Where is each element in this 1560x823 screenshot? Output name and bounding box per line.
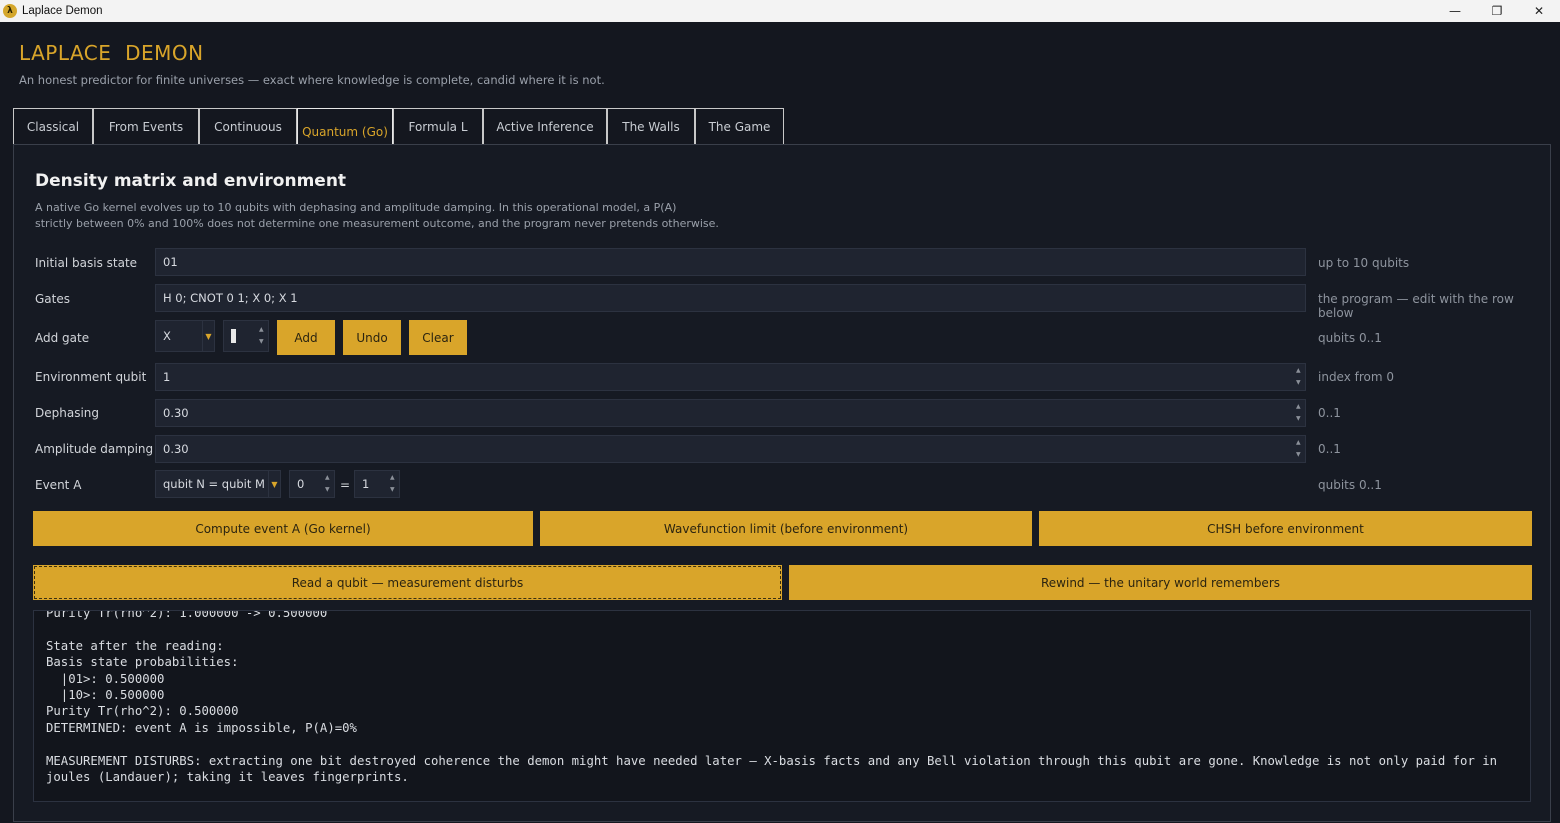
chevron-down-icon[interactable]: ▼ [268,471,280,497]
text-cursor [231,329,236,343]
read-qubit-button[interactable]: Read a qubit — measurement disturbs [33,565,782,600]
minimize-button[interactable]: — [1434,0,1476,22]
window-title: Laplace Demon [22,5,103,17]
tab-continuous[interactable]: Continuous [199,108,297,144]
tab-quantum-go[interactable]: Quantum (Go) [297,108,393,145]
initial-state-label: Initial basis state [35,256,138,270]
chsh-button[interactable]: CHSH before environment [1039,511,1532,546]
initial-state-input[interactable]: 01 [155,248,1306,276]
gates-hint: the program — edit with the row below [1318,292,1514,320]
compute-event-button[interactable]: Compute event A (Go kernel) [33,511,533,546]
amplitude-damping-input[interactable]: 0.30 ▲ ▼ [155,435,1306,463]
gate-type-value: X [163,329,171,343]
add-gate-label: Add gate [35,331,90,345]
clear-gates-button[interactable]: Clear [409,320,467,355]
event-a-hint: qubits 0..1 [1318,478,1382,492]
tab-active-inference[interactable]: Active Inference [483,108,607,144]
panel-title: Density matrix and environment [35,171,347,191]
amplitude-damping-hint: 0..1 [1318,442,1341,456]
app-logo-icon: λ [3,4,17,18]
environment-qubit-value: 1 [163,370,171,384]
add-gate-hint: qubits 0..1 [1318,331,1382,345]
gate-qubit-stepper[interactable]: ▲ ▼ [223,320,269,352]
rewind-button[interactable]: Rewind — the unitary world remembers [789,565,1532,600]
event-a-label: Event A [35,478,82,492]
amplitude-damping-value: 0.30 [163,442,189,456]
stepper-arrows-icon[interactable]: ▲ ▼ [259,326,266,346]
output-text: Purity Tr(rho^2): 1.000000 -> 0.500000 S… [46,610,1498,785]
stepper-arrows-icon[interactable]: ▲ ▼ [1296,367,1303,387]
tab-from-events[interactable]: From Events [93,108,199,144]
environment-qubit-label: Environment qubit [35,370,147,384]
panel-description-line: strictly between 0% and 100% does not de… [35,216,719,230]
app-title: LAPLACE DEMON [19,41,204,65]
dephasing-input[interactable]: 0.30 ▲ ▼ [155,399,1306,427]
event-m-stepper[interactable]: 1 ▲ ▼ [354,470,400,498]
environment-qubit-input[interactable]: 1 ▲ ▼ [155,363,1306,391]
undo-gate-button[interactable]: Undo [343,320,401,355]
close-button[interactable]: ✕ [1518,0,1560,22]
dephasing-value: 0.30 [163,406,189,420]
tab-the-game[interactable]: The Game [695,108,784,144]
initial-state-hint: up to 10 qubits [1318,256,1410,270]
gates-label: Gates [35,292,70,306]
panel-description: A native Go kernel evolves up to 10 qubi… [35,200,935,231]
quantum-panel: Density matrix and environment A native … [13,144,1551,822]
tab-classical[interactable]: Classical [13,108,93,144]
event-type-value: qubit N = qubit M [163,477,265,491]
app-subtitle: An honest predictor for finite universes… [19,73,605,87]
amplitude-damping-label: Amplitude damping [35,442,154,456]
gate-type-select[interactable]: X ▼ [155,320,215,352]
dephasing-hint: 0..1 [1318,406,1341,420]
panel-description-line: A native Go kernel evolves up to 10 qubi… [35,201,677,214]
chevron-down-icon[interactable]: ▼ [202,321,214,351]
output-console[interactable]: Purity Tr(rho^2): 1.000000 -> 0.500000 S… [33,610,1531,802]
equals-sign: = [340,478,351,492]
stepper-arrows-icon[interactable]: ▲ ▼ [1296,403,1303,423]
dephasing-label: Dephasing [35,406,100,420]
environment-qubit-hint: index from 0 [1318,370,1395,384]
event-n-value: 0 [297,477,305,491]
event-n-stepper[interactable]: 0 ▲ ▼ [289,470,335,498]
stepper-arrows-icon[interactable]: ▲ ▼ [1296,439,1303,459]
restore-button[interactable]: ❐ [1476,0,1518,22]
event-type-select[interactable]: qubit N = qubit M ▼ [155,470,281,498]
stepper-arrows-icon[interactable]: ▲ ▼ [390,474,397,494]
gates-input[interactable]: H 0; CNOT 0 1; X 0; X 1 [155,284,1306,312]
stepper-arrows-icon[interactable]: ▲ ▼ [325,474,332,494]
wavefunction-limit-button[interactable]: Wavefunction limit (before environment) [540,511,1032,546]
event-m-value: 1 [362,477,370,491]
tab-formula-l[interactable]: Formula L [393,108,483,144]
window-titlebar: λ Laplace Demon — ❐ ✕ [0,0,1560,22]
add-gate-button[interactable]: Add [277,320,335,355]
tab-the-walls[interactable]: The Walls [607,108,695,144]
tab-bar: Classical From Events Continuous Quantum… [13,108,784,145]
